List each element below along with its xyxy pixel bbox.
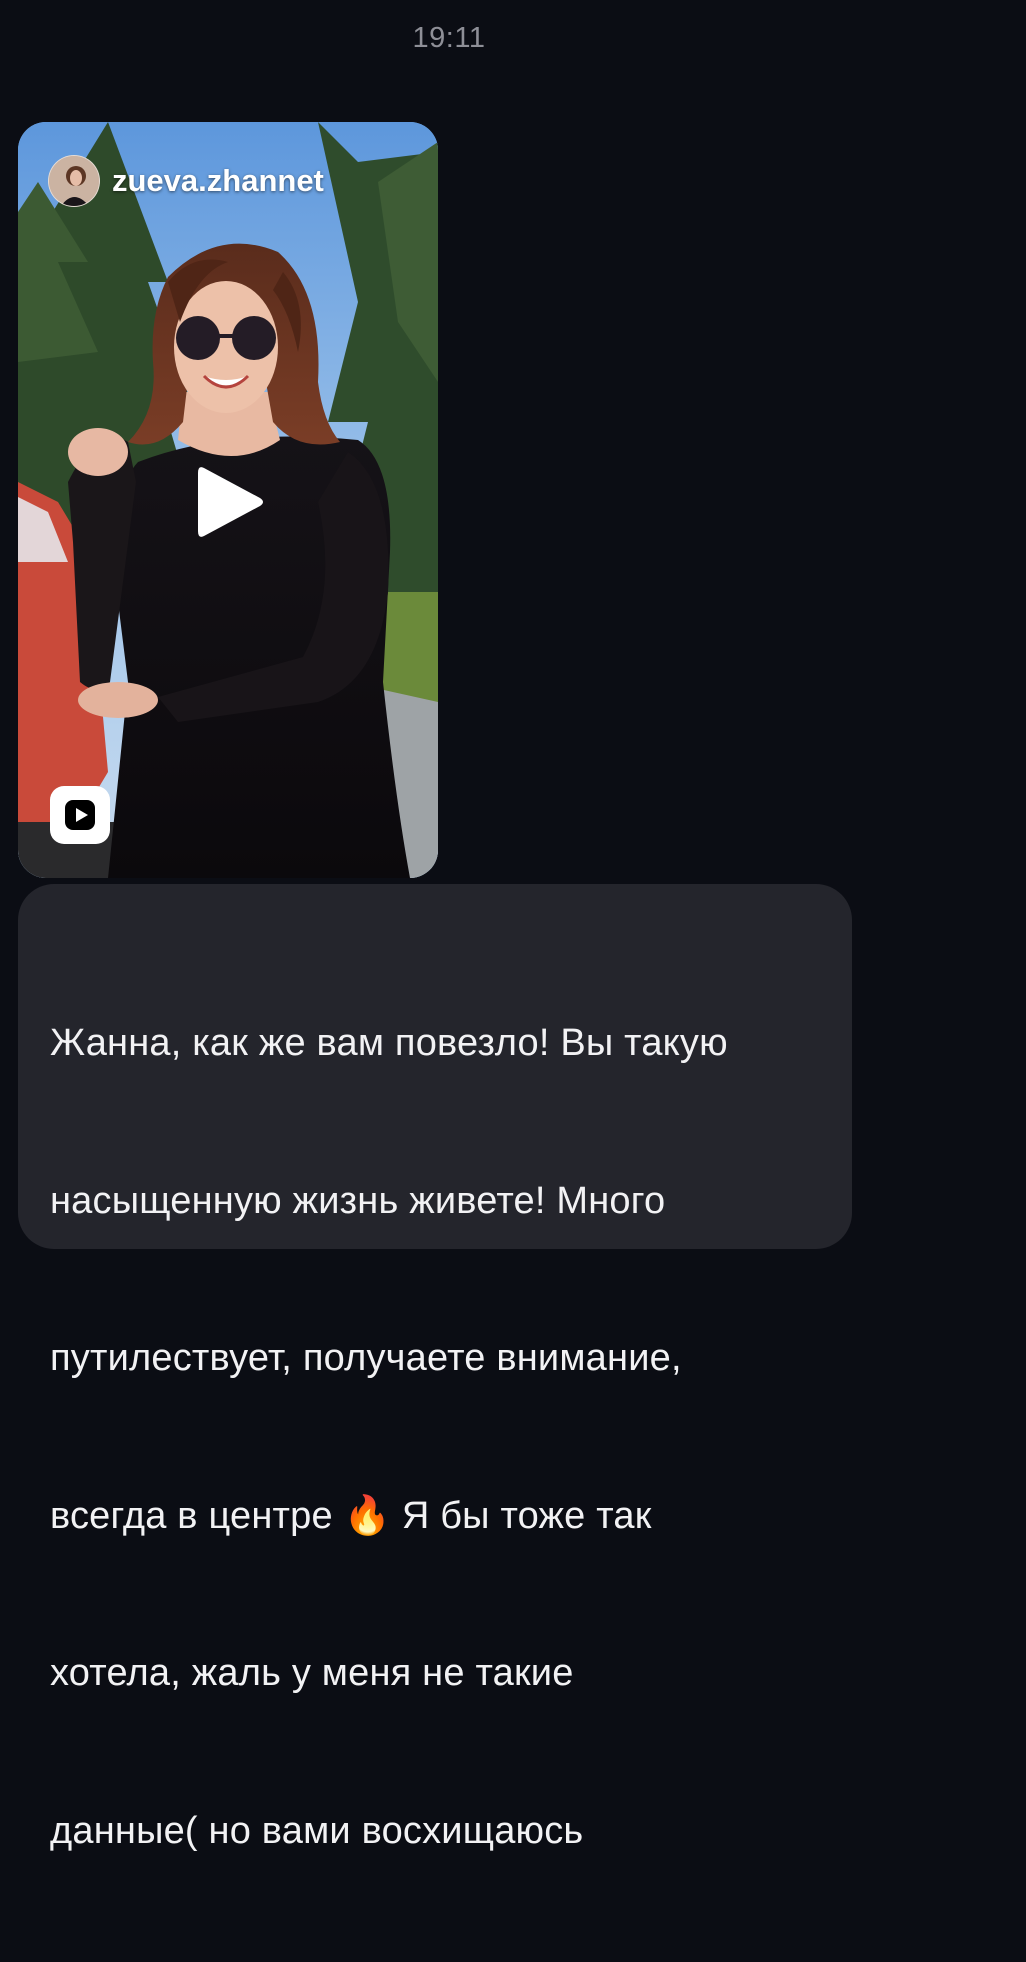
message-bubble[interactable]: Жанна, как же вам повезло! Вы такую насы… [18,884,852,1852]
message-text: Жанна, как же вам повезло! Вы такую насы… [50,912,822,1962]
profile-avatar-icon[interactable] [48,155,100,207]
message-line: насыщенную жизнь живете! Много [50,1179,666,1222]
message-timestamp: 19:11 [412,22,486,54]
reel-author-header[interactable]: zueva.zhannet [48,154,324,208]
reels-icon [50,786,110,844]
shared-reel-card[interactable]: zueva.zhannet [18,122,438,878]
message-line: хотела, жаль у меня не такие [50,1652,574,1694]
message-line: путилествует, получаете внимание, [50,1337,682,1379]
message-line: Жанна, как же вам повезло! Вы такую [50,1022,728,1064]
play-icon[interactable] [194,462,266,542]
message-line: данные( но вами восхищаюсь [50,1809,584,1852]
message-line: всегда в центре 🔥 Я бы тоже так [50,1494,652,1537]
reel-author-username[interactable]: zueva.zhannet [112,163,324,199]
